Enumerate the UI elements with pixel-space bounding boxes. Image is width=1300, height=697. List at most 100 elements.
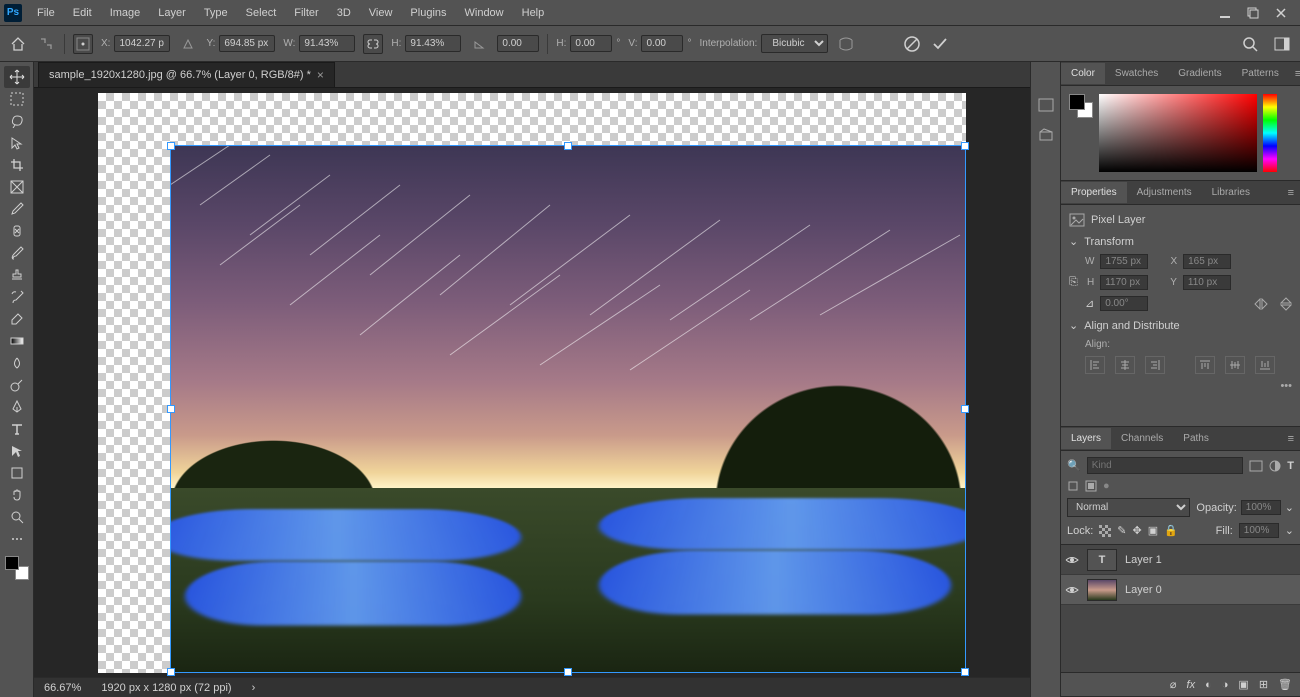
menu-file[interactable]: File [28,3,64,23]
lock-all-icon[interactable]: 🔒 [1164,524,1178,537]
lock-artboard-icon[interactable]: ▣ [1148,524,1158,537]
shape-tool[interactable] [4,462,30,484]
align-center-v-icon[interactable] [1225,356,1245,374]
layer-filter-input[interactable] [1087,457,1244,474]
layer-name[interactable]: Layer 1 [1125,554,1162,566]
blend-mode-select[interactable]: Normal [1067,498,1190,517]
tab-color[interactable]: Color [1061,63,1105,84]
prop-h-input[interactable] [1100,275,1148,290]
menu-type[interactable]: Type [195,3,237,23]
type-tool[interactable] [4,418,30,440]
chevron-down-icon[interactable]: ⌄ [1285,524,1294,537]
layer-row[interactable]: Layer 0 [1061,575,1300,605]
lock-paint-icon[interactable]: ✎ [1117,524,1126,537]
link-layers-icon[interactable]: ⌀ [1170,678,1177,691]
link-wh-icon[interactable]: ⎘ [1069,276,1081,289]
layer-name[interactable]: Layer 0 [1125,584,1162,596]
eyedropper-tool[interactable] [4,198,30,220]
adjustment-icon[interactable]: ◑ [1222,679,1229,691]
menu-filter[interactable]: Filter [285,3,327,23]
group-icon[interactable]: ▣ [1238,678,1248,691]
dock-icon-2[interactable] [1037,126,1055,144]
w-input[interactable] [299,35,355,52]
history-brush-tool[interactable] [4,286,30,308]
tab-patterns[interactable]: Patterns [1232,63,1289,84]
y-input[interactable] [219,35,275,52]
angle-input[interactable] [497,35,539,52]
dodge-tool[interactable] [4,374,30,396]
healing-tool[interactable] [4,220,30,242]
path-tool[interactable] [4,440,30,462]
visibility-icon[interactable] [1065,583,1079,597]
align-left-icon[interactable] [1085,356,1105,374]
close-icon[interactable] [1274,6,1288,20]
maximize-icon[interactable] [1246,6,1260,20]
align-bottom-icon[interactable] [1255,356,1275,374]
minimize-icon[interactable] [1218,6,1232,20]
lasso-tool[interactable] [4,110,30,132]
opacity-input[interactable] [1241,500,1281,515]
menu-3d[interactable]: 3D [328,3,360,23]
prop-x-input[interactable] [1183,254,1231,269]
crop-tool[interactable] [4,154,30,176]
tab-adjustments[interactable]: Adjustments [1127,182,1202,203]
document-tab[interactable]: sample_1920x1280.jpg @ 66.7% (Layer 0, R… [38,62,335,87]
frame-tool[interactable] [4,176,30,198]
status-chevron-icon[interactable]: › [252,682,256,694]
fx-icon[interactable]: fx [1187,679,1196,691]
align-center-h-icon[interactable] [1115,356,1135,374]
panel-menu-icon[interactable]: ≡ [1282,433,1300,445]
pen-tool[interactable] [4,396,30,418]
menu-select[interactable]: Select [237,3,286,23]
workspace-icon[interactable] [1272,34,1292,54]
menu-image[interactable]: Image [101,3,150,23]
doc-dimensions[interactable]: 1920 px x 1280 px (72 ppi) [101,682,231,694]
menu-window[interactable]: Window [456,3,513,23]
fill-input[interactable] [1239,523,1279,538]
interpolation-select[interactable]: Bicubic [761,34,828,53]
brush-tool[interactable] [4,242,30,264]
filter-smart-icon[interactable] [1085,480,1097,492]
x-input[interactable] [114,35,170,52]
align-right-icon[interactable] [1145,356,1165,374]
new-layer-icon[interactable]: ⊞ [1259,678,1268,691]
warp-icon[interactable] [836,34,856,54]
zoom-level[interactable]: 66.67% [44,682,81,694]
menu-view[interactable]: View [360,3,402,23]
tab-layers[interactable]: Layers [1061,428,1111,449]
layer-row[interactable]: T Layer 1 [1061,545,1300,575]
menu-layer[interactable]: Layer [149,3,195,23]
menu-plugins[interactable]: Plugins [401,3,455,23]
zoom-tool[interactable] [4,506,30,528]
color-swatches[interactable] [5,556,29,580]
home-icon[interactable] [8,34,28,54]
menu-help[interactable]: Help [513,3,554,23]
prop-angle-input[interactable] [1100,296,1148,311]
delta-icon[interactable] [178,34,198,54]
fgbg-swatch[interactable] [1069,94,1093,118]
skew-h-input[interactable] [570,35,612,52]
hand-tool[interactable] [4,484,30,506]
prop-w-input[interactable] [1100,254,1148,269]
blur-tool[interactable] [4,352,30,374]
panel-menu-icon[interactable]: ≡ [1289,68,1300,80]
flip-h-icon[interactable] [1254,298,1268,310]
link-icon[interactable] [363,34,383,54]
color-field[interactable] [1099,94,1257,172]
filter-toggle-icon[interactable]: ● [1103,480,1110,492]
filter-shape-icon[interactable] [1067,480,1079,492]
more-tools[interactable] [4,528,30,550]
filter-image-icon[interactable] [1249,460,1263,472]
flip-v-icon[interactable] [1280,297,1292,311]
chevron-down-icon[interactable]: ⌄ [1069,319,1078,332]
selection-tool[interactable] [4,132,30,154]
canvas[interactable] [34,88,1030,677]
visibility-icon[interactable] [1065,553,1079,567]
search-icon[interactable] [1240,34,1260,54]
tab-properties[interactable]: Properties [1061,182,1127,203]
filter-adjust-icon[interactable] [1269,460,1281,472]
gradient-tool[interactable] [4,330,30,352]
stamp-tool[interactable] [4,264,30,286]
align-top-icon[interactable] [1195,356,1215,374]
lock-transparency-icon[interactable] [1099,525,1111,537]
